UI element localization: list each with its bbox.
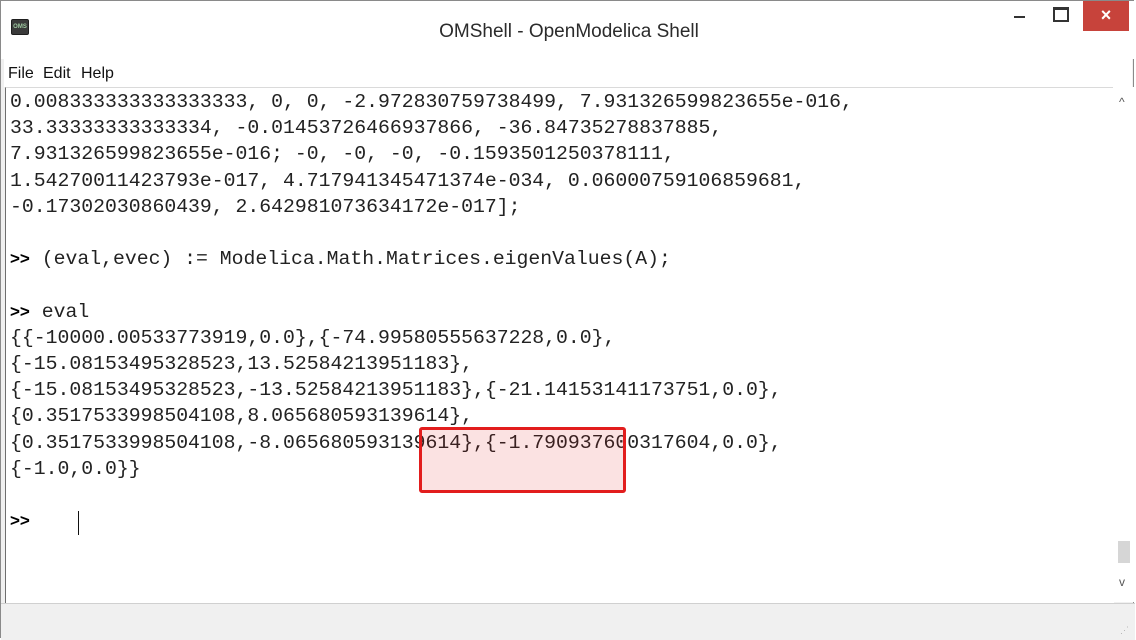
highlighted-eigenvalues-box	[419, 427, 626, 493]
menu-edit[interactable]: Edit	[43, 65, 71, 83]
console-output-line: {0.3517533998504108,8.065680593139614},	[10, 403, 473, 429]
console-output-line: 33.33333333333334, -0.01453726466937866,…	[10, 115, 722, 141]
console-text: {-1.0,0.0}}	[10, 457, 141, 480]
console-output-line: 1.54270011423793e-017, 4.717941345471374…	[10, 168, 805, 194]
menu-help[interactable]: Help	[81, 65, 114, 83]
text-cursor	[78, 511, 79, 536]
console-command-line: >> eval	[10, 299, 89, 325]
scroll-thumb[interactable]	[1118, 541, 1130, 563]
console-text: {{-10000.00533773919,0.0},{-74.995805556…	[10, 326, 616, 349]
menu-bar: File Edit Help	[4, 59, 1132, 87]
console-text: -0.17302030860439, 2.642981073634172e-01…	[10, 195, 521, 218]
title-bar[interactable]: OMS OMShell - OpenModelica Shell ×	[1, 1, 1135, 59]
console-text: 1.54270011423793e-017, 4.717941345471374…	[10, 169, 806, 192]
console-output-line: {-15.08153495328523,13.52584213951183},	[10, 351, 473, 377]
console-output-line: {-15.08153495328523,-13.52584213951183},…	[10, 377, 782, 403]
status-bar: ⋰	[1, 603, 1135, 640]
shell-console[interactable]: 0.008333333333333333, 0, 0, -2.972830759…	[5, 87, 1114, 603]
menu-file[interactable]: File	[8, 65, 34, 83]
minimize-button[interactable]	[997, 1, 1043, 31]
console-text: {0.3517533998504108,-8.065680593139614},…	[10, 431, 782, 454]
console-text: 7.931326599823655e-016; -0, -0, -0, -0.1…	[10, 143, 675, 166]
resize-grip-icon[interactable]: ⋰	[1120, 625, 1129, 636]
scroll-up-icon[interactable]: ^	[1119, 95, 1125, 109]
console-output-line: -0.17302030860439, 2.642981073634172e-01…	[10, 194, 520, 220]
minimize-icon	[1014, 16, 1025, 18]
maximize-icon	[1053, 7, 1069, 22]
console-output-line: {{-10000.00533773919,0.0},{-74.995805556…	[10, 325, 615, 351]
console-output-line: {-1.0,0.0}}	[10, 456, 141, 482]
console-output-line: {0.3517533998504108,-8.065680593139614},…	[10, 430, 782, 456]
console-output-line: 0.008333333333333333, 0, 0, -2.972830759…	[10, 89, 853, 115]
console-text: {0.3517533998504108,8.065680593139614},	[10, 405, 473, 428]
scroll-down-icon[interactable]: v	[1119, 575, 1125, 589]
console-text: (eval,evec) := Modelica.Math.Matrices.ei…	[29, 248, 671, 271]
console-text: eval	[29, 300, 90, 323]
prompt-marker: >>	[10, 301, 30, 321]
vertical-scrollbar[interactable]: ^ v	[1113, 87, 1135, 602]
console-text: 0.008333333333333333, 0, 0, -2.972830759…	[10, 91, 853, 113]
console-text: 33.33333333333334, -0.01453726466937866,…	[10, 117, 723, 140]
console-output-line: 7.931326599823655e-016; -0, -0, -0, -0.1…	[10, 141, 675, 167]
window-title: OMShell - OpenModelica Shell	[439, 21, 699, 42]
maximize-button[interactable]	[1039, 1, 1085, 31]
console-command-line: >> (eval,evec) := Modelica.Math.Matrices…	[10, 246, 671, 272]
omshell-window: OMS OMShell - OpenModelica Shell × File …	[0, 0, 1135, 640]
console-text: {-15.08153495328523,-13.52584213951183},…	[10, 379, 782, 402]
console-text: {-15.08153495328523,13.52584213951183},	[10, 353, 473, 375]
close-icon: ×	[1100, 5, 1112, 25]
console-command-line: >>	[10, 508, 42, 534]
close-button[interactable]: ×	[1083, 1, 1129, 31]
prompt-marker: >>	[10, 511, 30, 531]
prompt-marker: >>	[10, 249, 30, 269]
